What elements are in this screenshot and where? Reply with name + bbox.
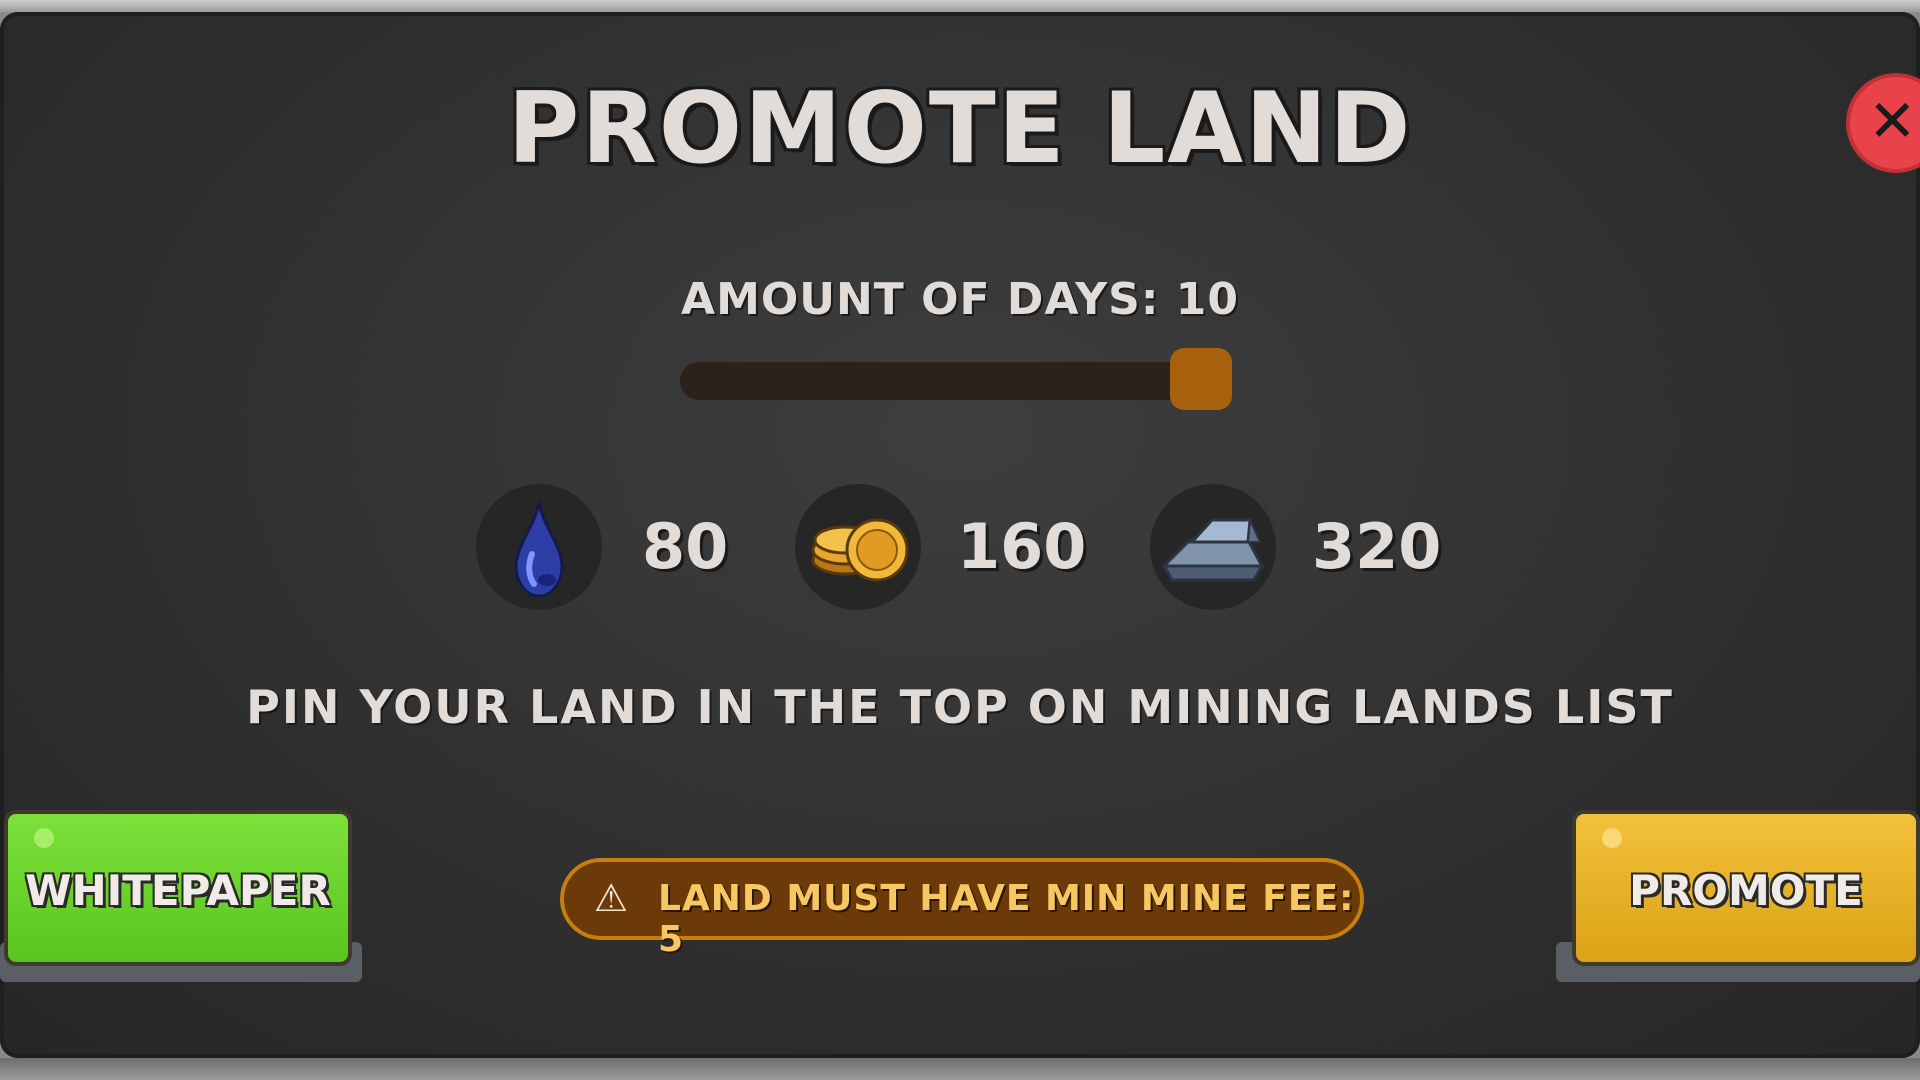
warning-icon: ⚠ — [594, 876, 629, 920]
promote-hint: PIN YOUR LAND IN THE TOP ON MINING LANDS… — [246, 680, 1674, 734]
cost-row: 80 160 320 — [0, 482, 1920, 612]
oil-drop-icon — [476, 484, 602, 610]
button-shine — [34, 828, 54, 848]
cost-item-gold: 160 — [795, 482, 1095, 612]
cost-item-metal: 320 — [1150, 482, 1450, 612]
days-slider-thumb[interactable] — [1170, 348, 1232, 410]
window-frame-top — [0, 0, 1920, 12]
gold-coins-icon — [795, 484, 921, 610]
days-slider-fill — [680, 362, 1201, 400]
whitepaper-button[interactable]: WHITEPAPER — [4, 810, 352, 966]
cost-value-metal: 320 — [1312, 510, 1442, 583]
cost-value-oil: 80 — [642, 510, 729, 583]
warning-text: LAND MUST HAVE MIN MINE FEE: 5 — [658, 878, 1355, 960]
whitepaper-label: WHITEPAPER — [25, 866, 331, 915]
cost-value-gold: 160 — [957, 510, 1087, 583]
days-label: AMOUNT OF DAYS: 10 — [681, 274, 1239, 325]
button-shine — [1602, 828, 1622, 848]
promote-button[interactable]: PROMOTE — [1572, 810, 1920, 966]
metal-ingot-icon — [1150, 484, 1276, 610]
window-frame-bottom — [0, 1058, 1920, 1080]
days-slider-track[interactable] — [680, 362, 1232, 400]
min-fee-warning: ⚠ LAND MUST HAVE MIN MINE FEE: 5 — [560, 858, 1364, 960]
promote-label: PROMOTE — [1629, 866, 1863, 915]
close-icon: ✕ — [1868, 87, 1917, 155]
promote-land-modal: PROMOTE LAND ✕ AMOUNT OF DAYS: 10 80 160… — [0, 12, 1920, 1058]
cost-item-oil: 80 — [476, 482, 736, 612]
modal-title: PROMOTE LAND — [507, 72, 1413, 186]
